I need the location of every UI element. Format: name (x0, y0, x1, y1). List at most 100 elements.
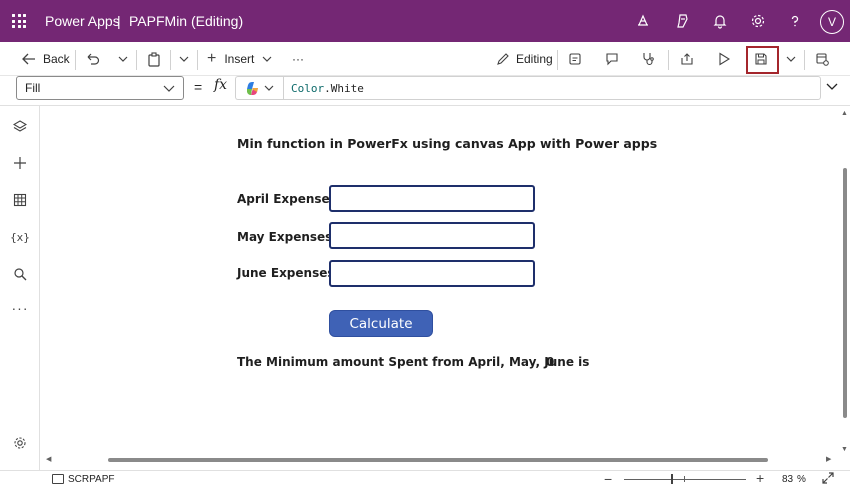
may-expenses-label: May Expenses (237, 230, 333, 244)
settings-icon[interactable] (749, 12, 767, 30)
divider (136, 50, 137, 70)
page-title: Min function in PowerFx using canvas App… (237, 136, 658, 151)
save-dropdown[interactable] (786, 42, 796, 76)
formula-object: Color (291, 81, 325, 95)
notes-icon (569, 53, 581, 65)
copilot-formula-button[interactable] (235, 76, 283, 100)
property-dropdown[interactable]: Fill (16, 76, 184, 100)
zoom-slider-handle[interactable] (671, 474, 673, 484)
search-icon[interactable] (11, 265, 29, 283)
copilot-logo-icon (247, 81, 258, 95)
more-options-icon[interactable]: ··· (11, 299, 29, 317)
calendar-publish-icon (816, 53, 829, 66)
share-icon (681, 53, 693, 65)
stethoscope-icon (643, 53, 654, 66)
insert-button[interactable]: + Insert (207, 42, 272, 76)
variables-icon[interactable]: {x} (10, 228, 30, 246)
help-icon[interactable] (786, 12, 804, 30)
scroll-down-arrow-icon[interactable]: ▼ (841, 446, 848, 453)
formula-input[interactable]: Color .White (283, 76, 821, 100)
formula-member: .White (324, 81, 364, 95)
april-expenses-label: April Expenses (237, 192, 337, 206)
may-expenses-input[interactable] (329, 222, 535, 249)
result-value: 0 (546, 355, 555, 369)
scroll-left-arrow-icon[interactable]: ◀ (46, 455, 51, 463)
paste-dropdown[interactable] (179, 42, 189, 76)
screen-icon (52, 474, 64, 484)
app-launcher-icon[interactable] (12, 14, 26, 28)
screen-selector[interactable]: SCRPAPF (68, 474, 115, 485)
fit-to-window-icon[interactable] (822, 472, 834, 487)
june-expenses-label: June Expenses (237, 266, 335, 280)
insert-icon[interactable] (11, 154, 29, 172)
title-bar: Power Apps | PAPFMin (Editing) V (0, 0, 850, 42)
divider (668, 50, 669, 70)
paste-button[interactable] (147, 42, 161, 76)
preview-button[interactable] (718, 42, 730, 76)
pencil-icon (497, 53, 509, 65)
divider (804, 50, 805, 70)
back-label: Back (43, 52, 70, 66)
comment-icon (606, 53, 618, 66)
chevron-down-icon (262, 56, 272, 62)
chevron-down-icon (163, 85, 175, 92)
chevron-down-icon (118, 56, 128, 62)
clipboard-icon (148, 51, 160, 67)
settings-icon[interactable] (11, 434, 29, 452)
editing-mode-button[interactable]: Editing (496, 42, 553, 76)
plus-icon: + (207, 50, 217, 67)
play-icon (719, 52, 730, 66)
health-check-button[interactable] (641, 42, 655, 76)
back-button[interactable]: Back (22, 42, 70, 76)
publish-button[interactable] (815, 42, 829, 76)
zoom-out-button[interactable]: − (604, 471, 612, 487)
scroll-right-arrow-icon[interactable]: ▶ (826, 455, 831, 463)
more-commands-button[interactable]: ··· (292, 42, 304, 76)
horizontal-scrollbar[interactable] (108, 458, 768, 462)
divider (197, 50, 198, 70)
divider (75, 50, 76, 70)
chevron-down-icon (786, 56, 796, 62)
app-name[interactable]: Power Apps (45, 13, 120, 29)
back-arrow-icon (22, 53, 36, 65)
zoom-value: 83 (782, 474, 794, 485)
comments-button[interactable] (605, 42, 619, 76)
avatar[interactable]: V (820, 10, 844, 34)
chevron-down-icon (179, 56, 189, 62)
divider (170, 50, 171, 70)
expand-formula-button[interactable] (826, 80, 838, 94)
copilot-icon[interactable] (674, 12, 692, 30)
document-title: PAPFMin (Editing) (129, 13, 244, 29)
environment-icon[interactable] (634, 12, 652, 30)
vertical-scrollbar[interactable] (843, 168, 847, 418)
property-value: Fill (25, 81, 41, 95)
chevron-down-icon (826, 83, 838, 90)
undo-button[interactable] (86, 42, 100, 76)
function-icon: fx (214, 77, 228, 93)
app-checker-button[interactable] (568, 42, 582, 76)
status-bar (0, 470, 850, 490)
title-separator: | (117, 13, 121, 29)
undo-dropdown[interactable] (118, 42, 128, 76)
undo-icon (87, 53, 100, 65)
notifications-icon[interactable] (711, 12, 729, 30)
share-button[interactable] (680, 42, 694, 76)
insert-label: Insert (224, 52, 255, 66)
save-highlight-frame (746, 46, 779, 74)
zoom-slider[interactable] (624, 479, 746, 480)
editing-label: Editing (516, 52, 553, 66)
april-expenses-input[interactable] (329, 185, 535, 212)
command-bar: Back + Insert ··· Editing (0, 42, 850, 76)
data-table-icon[interactable] (11, 191, 29, 209)
zoom-default-tick (684, 476, 685, 482)
tree-view-icon[interactable] (11, 118, 29, 136)
june-expenses-input[interactable] (329, 260, 535, 287)
zoom-in-button[interactable]: + (756, 470, 764, 486)
zoom-unit: % (797, 474, 806, 485)
scroll-up-arrow-icon[interactable]: ▲ (841, 110, 848, 117)
equals-sign: = (194, 79, 203, 95)
chevron-down-icon (264, 85, 274, 91)
divider (557, 50, 558, 70)
result-label: The Minimum amount Spent from April, May… (237, 355, 590, 369)
calculate-button[interactable]: Calculate (329, 310, 433, 337)
